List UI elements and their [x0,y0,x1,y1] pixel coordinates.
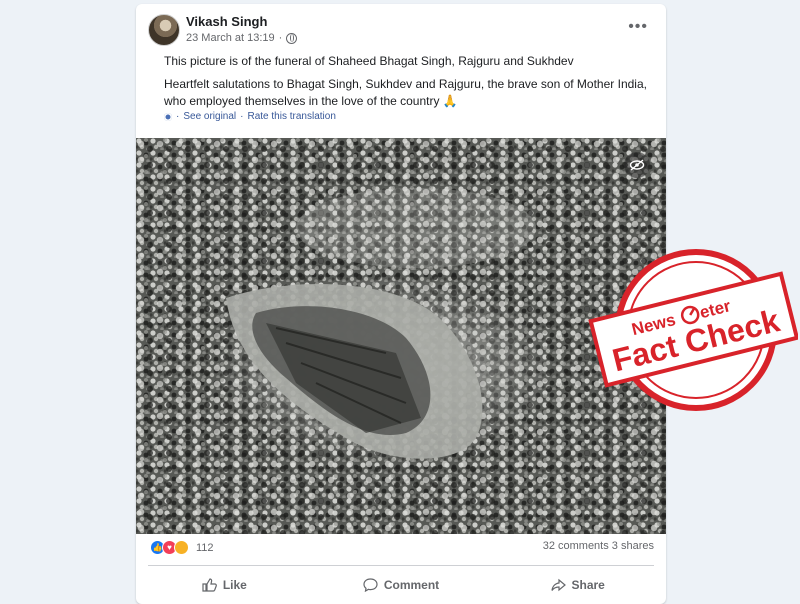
post-actions: Like Comment Share [136,570,666,600]
post-text: This picture is of the funeral of Shahee… [164,53,654,116]
fact-check-stamp: News eter Fact Check [588,249,798,411]
meta-separator: · [278,32,283,44]
reaction-summary[interactable]: 👍 ♥ 112 [150,540,214,555]
post-photo[interactable] [136,138,666,534]
stamp-logo: News eter Fact Check [588,249,798,411]
translation-separator: · [240,111,244,122]
translation-separator: · [176,111,180,122]
author-name[interactable]: Vikash Singh [186,14,267,29]
comment-label: Comment [383,578,440,592]
comment-button[interactable]: Comment [313,570,490,600]
speech-bubble-icon [363,578,378,592]
post-text-line: This picture is of the funeral of Shahee… [164,54,574,68]
more-options-button[interactable]: ••• [628,18,648,36]
engagement-counts: 32 comments 3 shares [543,540,654,552]
like-label: Like [222,578,247,592]
see-original-link[interactable]: See original [183,111,236,122]
translation-bar: · See original · Rate this translation [164,111,336,122]
post-text-line: Heartfelt salutations to Bhagat Singh, S… [164,77,647,108]
post-card: Vikash Singh 23 March at 13:19 · ••• Thi… [136,4,666,604]
globe-icon [286,32,298,44]
thumbs-up-icon [202,578,217,592]
reaction-count[interactable]: 112 [196,542,214,554]
like-button[interactable]: Like [136,570,313,600]
eye-slash-icon[interactable] [624,152,650,178]
post-meta: 23 March at 13:19 · [186,32,298,44]
rate-translation-link[interactable]: Rate this translation [248,111,336,122]
avatar[interactable] [148,14,180,46]
comments-count[interactable]: 32 comments [543,540,609,552]
share-label: Share [571,578,605,592]
share-button[interactable]: Share [489,570,666,600]
shares-count[interactable]: 3 shares [612,540,654,552]
sad-reaction-icon [174,540,189,555]
funeral-crowd-photo [136,138,666,534]
share-arrow-icon [550,578,566,592]
post-stats: 👍 ♥ 112 32 comments 3 shares [136,540,666,562]
gear-icon [164,112,172,121]
post-date[interactable]: 23 March at 13:19 [186,32,275,44]
divider [148,565,654,566]
post-header: Vikash Singh 23 March at 13:19 · ••• [136,4,666,54]
